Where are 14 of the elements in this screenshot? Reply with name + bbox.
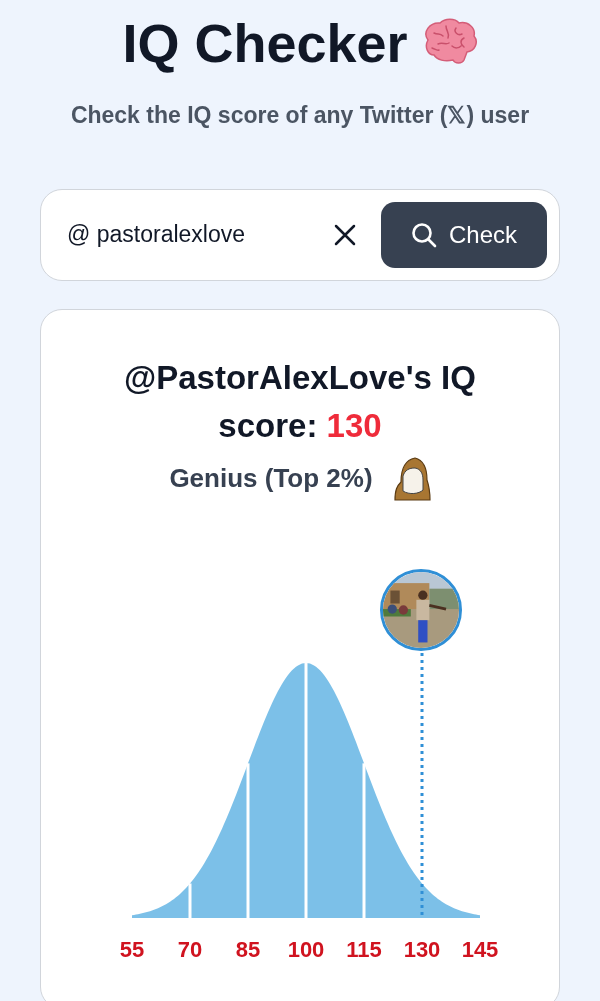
subtitle: Check the IQ score of any Twitter (𝕏) user bbox=[70, 101, 530, 130]
score-heading: @PastorAlexLove's IQ score: 130 bbox=[123, 357, 477, 446]
axis-label: 55 bbox=[119, 936, 145, 962]
axis-label: 115 bbox=[346, 936, 382, 962]
close-icon bbox=[334, 223, 356, 246]
category-label: Genius (Top 2%) bbox=[169, 462, 373, 495]
axis-label: 145 bbox=[461, 936, 499, 962]
check-button[interactable]: Check bbox=[381, 201, 547, 268]
username-field[interactable]: @ pastoralexlove bbox=[67, 217, 327, 252]
axis-label: 70 bbox=[177, 936, 203, 962]
axis-label: 85 bbox=[235, 936, 261, 962]
search-icon bbox=[411, 221, 437, 248]
axis-label: 130 bbox=[403, 936, 441, 962]
axis-label: 100 bbox=[287, 936, 325, 962]
